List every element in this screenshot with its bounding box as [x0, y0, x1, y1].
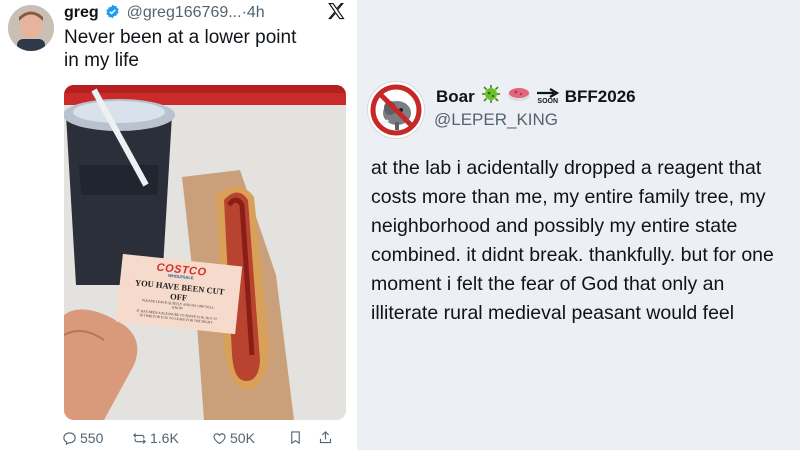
x-logo-icon: [327, 2, 345, 20]
tweet-header: greg @greg166769...·4h: [64, 4, 265, 22]
tweet-photo[interactable]: COSTCO WHOLESALE YOU HAVE BEEN CUT OFF P…: [64, 85, 346, 420]
arrow-right-icon: [536, 88, 559, 98]
soon-label: SOON: [537, 98, 559, 105]
tweet-text: Never been at a lower point in my life: [64, 26, 344, 72]
repost-count: 1.6K: [150, 430, 179, 446]
heart-icon: [213, 432, 226, 444]
like-count: 50K: [230, 430, 255, 446]
reply-icon: [63, 431, 76, 445]
bookmark-button[interactable]: [288, 430, 303, 445]
share-button[interactable]: [318, 430, 333, 445]
author-handle[interactable]: @LEPER_KING: [434, 110, 558, 130]
bff-tag: BFF2026: [564, 86, 636, 106]
avatar[interactable]: [8, 5, 54, 51]
author-handle[interactable]: @greg166769...: [127, 4, 242, 21]
avatar-image: [8, 5, 54, 51]
repost-icon: [133, 432, 146, 444]
reply-count: 550: [80, 430, 104, 446]
germ-icon: [480, 84, 502, 109]
no-boar-icon: [370, 84, 422, 136]
left-tweet-panel: greg @greg166769...·4h Never been at a l…: [0, 0, 357, 450]
tweet-text-line-1: Never been at a lower point: [64, 27, 297, 48]
bookmark-icon: [291, 431, 300, 445]
tweet-time[interactable]: 4h: [247, 4, 265, 21]
soon-arrow: SOON: [536, 88, 560, 105]
petri-dish-icon: [507, 85, 531, 108]
tweet-actions: 550 1.6K 50K: [62, 429, 352, 451]
tweet-text-line-2: in my life: [64, 50, 139, 71]
repost-button[interactable]: 1.6K: [132, 430, 179, 446]
author-name-row: Boar SOON BFF2026: [436, 84, 636, 109]
share-icon: [319, 431, 332, 444]
verified-badge-icon: [105, 4, 120, 19]
avatar[interactable]: [367, 81, 425, 139]
author-name[interactable]: greg: [64, 4, 99, 21]
like-button[interactable]: 50K: [212, 430, 255, 446]
tweet-text: at the lab i acidentally dropped a reage…: [371, 157, 774, 324]
author-name[interactable]: Boar: [436, 87, 475, 107]
photo-scene: [64, 85, 346, 420]
reply-button[interactable]: 550: [62, 430, 103, 446]
costco-card: COSTCO WHOLESALE YOU HAVE BEEN CUT OFF P…: [115, 253, 243, 335]
